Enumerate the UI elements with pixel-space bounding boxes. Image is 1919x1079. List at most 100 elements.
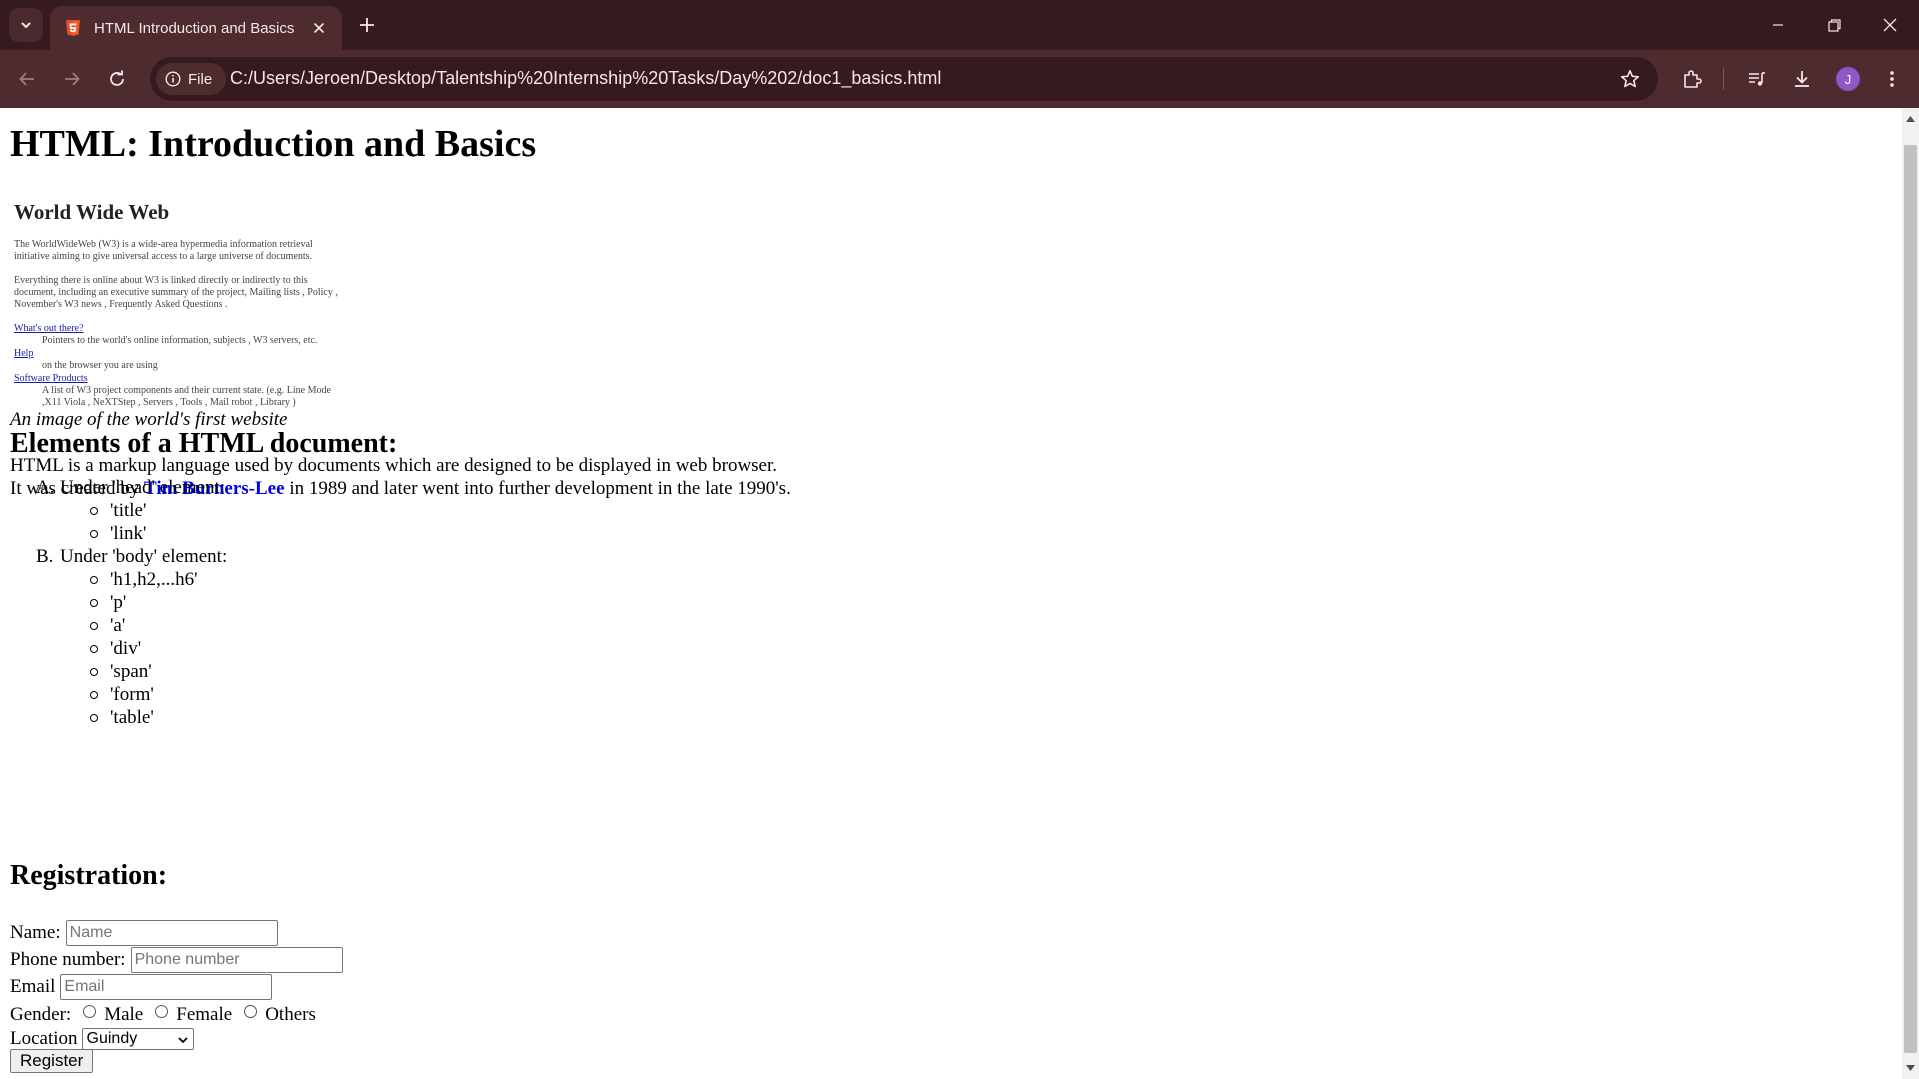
page-content: HTML: Introduction and Basics World Wide…: [0, 108, 1902, 1079]
name-input[interactable]: [65, 920, 278, 946]
scroll-up-arrow[interactable]: [1904, 112, 1917, 126]
profile-avatar[interactable]: J: [1836, 67, 1860, 91]
page-title: HTML: Introduction and Basics: [10, 123, 537, 165]
scrollbar-thumb[interactable]: [1904, 145, 1917, 1053]
sub-list-item-label: 'p': [110, 592, 127, 613]
download-icon: [1795, 71, 1809, 87]
circle-bullet-icon: [90, 599, 98, 607]
sub-list-item: 'h1,h2,...h6': [36, 568, 227, 591]
sub-list-item: 'link': [36, 522, 227, 545]
email-row: Email: [10, 974, 273, 1000]
sub-list-item: 'span': [36, 660, 227, 683]
new-tab-button[interactable]: [352, 10, 382, 40]
location-select[interactable]: Guindy: [81, 1028, 194, 1050]
puzzle-icon: [1684, 70, 1702, 88]
sub-list-item: 'form': [36, 683, 227, 706]
circle-bullet-icon: [90, 714, 98, 722]
list-marker: A.: [36, 477, 55, 498]
phone-label: Phone number:: [10, 949, 126, 970]
sub-list-item-label: 'form': [110, 684, 154, 705]
scroll-down-arrow[interactable]: [1904, 1061, 1917, 1075]
sub-list-item: 'table': [36, 706, 227, 729]
figure-line: document, including an executive summary…: [14, 287, 338, 298]
minimize-button[interactable]: [1750, 0, 1806, 50]
figure-link: Software Products: [14, 373, 88, 384]
sub-list-item: 'p': [36, 591, 227, 614]
arrow-right-icon: [65, 72, 80, 86]
tab-close-button[interactable]: [306, 15, 332, 41]
figure-line: initiative aiming to give universal acce…: [14, 251, 313, 262]
queue-music-icon: [1749, 72, 1765, 86]
figure-line: on the browser you are using: [42, 360, 158, 371]
name-label: Name:: [10, 922, 61, 943]
name-row: Name:: [10, 920, 278, 946]
location-label: Location: [10, 1028, 78, 1049]
phone-input[interactable]: [130, 947, 343, 973]
list-item: B. Under 'body' element:: [36, 545, 227, 568]
bookmark-button[interactable]: [1614, 63, 1646, 95]
site-info-chip[interactable]: File: [156, 63, 226, 95]
gender-label: Gender:: [10, 1004, 72, 1025]
sub-list-item-label: 'title': [110, 500, 147, 521]
figure-line: Pointers to the world's online informati…: [42, 335, 318, 346]
sub-list-item-label: 'a': [110, 615, 126, 636]
active-tab[interactable]: HTML Introduction and Basics: [50, 6, 342, 50]
gender-option-label: Male: [104, 1004, 144, 1025]
list-marker: B.: [36, 546, 54, 567]
circle-bullet-icon: [90, 576, 98, 584]
phone-row: Phone number:: [10, 947, 343, 973]
circle-bullet-icon: [90, 622, 98, 630]
gender-option-label: Female: [176, 1004, 233, 1025]
restore-button[interactable]: [1806, 0, 1862, 50]
gender-radio-female[interactable]: [155, 1004, 169, 1018]
close-window-button[interactable]: [1862, 0, 1918, 50]
register-button[interactable]: Register: [10, 1049, 94, 1073]
sub-list-item: 'title': [36, 499, 227, 522]
intro-text-after: in 1989 and later went into further deve…: [284, 478, 791, 499]
address-bar[interactable]: File C:/Users/Jeroen/Desktop/Talentship%…: [150, 57, 1658, 101]
media-controls-button[interactable]: [1741, 63, 1773, 95]
plus-icon: [360, 18, 374, 32]
figure-link: Help: [14, 348, 34, 359]
reload-button[interactable]: [101, 63, 133, 95]
chevron-down-icon: [21, 22, 31, 29]
sub-list-item-label: 'link': [110, 523, 147, 544]
circle-bullet-icon: [90, 507, 98, 515]
back-button[interactable]: [11, 63, 43, 95]
chevron-down-icon: [177, 1037, 188, 1044]
downloads-button[interactable]: [1786, 63, 1818, 95]
sub-list-item-label: 'h1,h2,...h6': [110, 569, 198, 590]
menu-button[interactable]: [1876, 63, 1908, 95]
browser-toolbar: File C:/Users/Jeroen/Desktop/Talentship%…: [0, 50, 1919, 108]
restore-icon: [1827, 18, 1841, 32]
more-vertical-icon: [1890, 71, 1894, 87]
toolbar-separator: [1723, 68, 1724, 90]
list-item-label: Under 'head' element:: [60, 477, 226, 498]
gender-radio-male[interactable]: [83, 1004, 97, 1018]
html5-favicon-icon: [66, 20, 80, 36]
sub-list-item: 'a': [36, 614, 227, 637]
figure-line: ,X11 Viola , NeXTStep , Servers , Tools …: [42, 397, 296, 408]
gender-radio-others[interactable]: [244, 1004, 258, 1018]
url-text[interactable]: C:/Users/Jeroen/Desktop/Talentship%20Int…: [230, 68, 941, 89]
close-icon: [313, 22, 325, 34]
email-input[interactable]: [60, 974, 273, 1000]
site-chip-label: File: [188, 70, 213, 88]
figure-line: Everything there is online about W3 is l…: [14, 275, 308, 286]
circle-bullet-icon: [90, 668, 98, 676]
extensions-button[interactable]: [1676, 63, 1708, 95]
arrow-left-icon: [19, 72, 34, 86]
first-website-image: World Wide Web The WorldWideWeb (W3) is …: [10, 188, 370, 408]
tab-strip: HTML Introduction and Basics: [0, 0, 1919, 50]
elements-list: A. Under 'head' element: 'title' 'link' B…: [36, 476, 227, 729]
forward-button[interactable]: [56, 63, 88, 95]
close-icon: [1883, 18, 1897, 32]
circle-bullet-icon: [90, 645, 98, 653]
elements-heading: Elements of a HTML document:: [10, 428, 398, 459]
list-item: A. Under 'head' element:: [36, 476, 227, 499]
gender-row: Gender: Male Female Others: [10, 1002, 316, 1028]
sub-list-item-label: 'span': [110, 661, 152, 682]
tab-search-button[interactable]: [9, 8, 43, 42]
location-selected-value: Guindy: [86, 1030, 138, 1047]
minimize-icon: [1773, 24, 1783, 26]
